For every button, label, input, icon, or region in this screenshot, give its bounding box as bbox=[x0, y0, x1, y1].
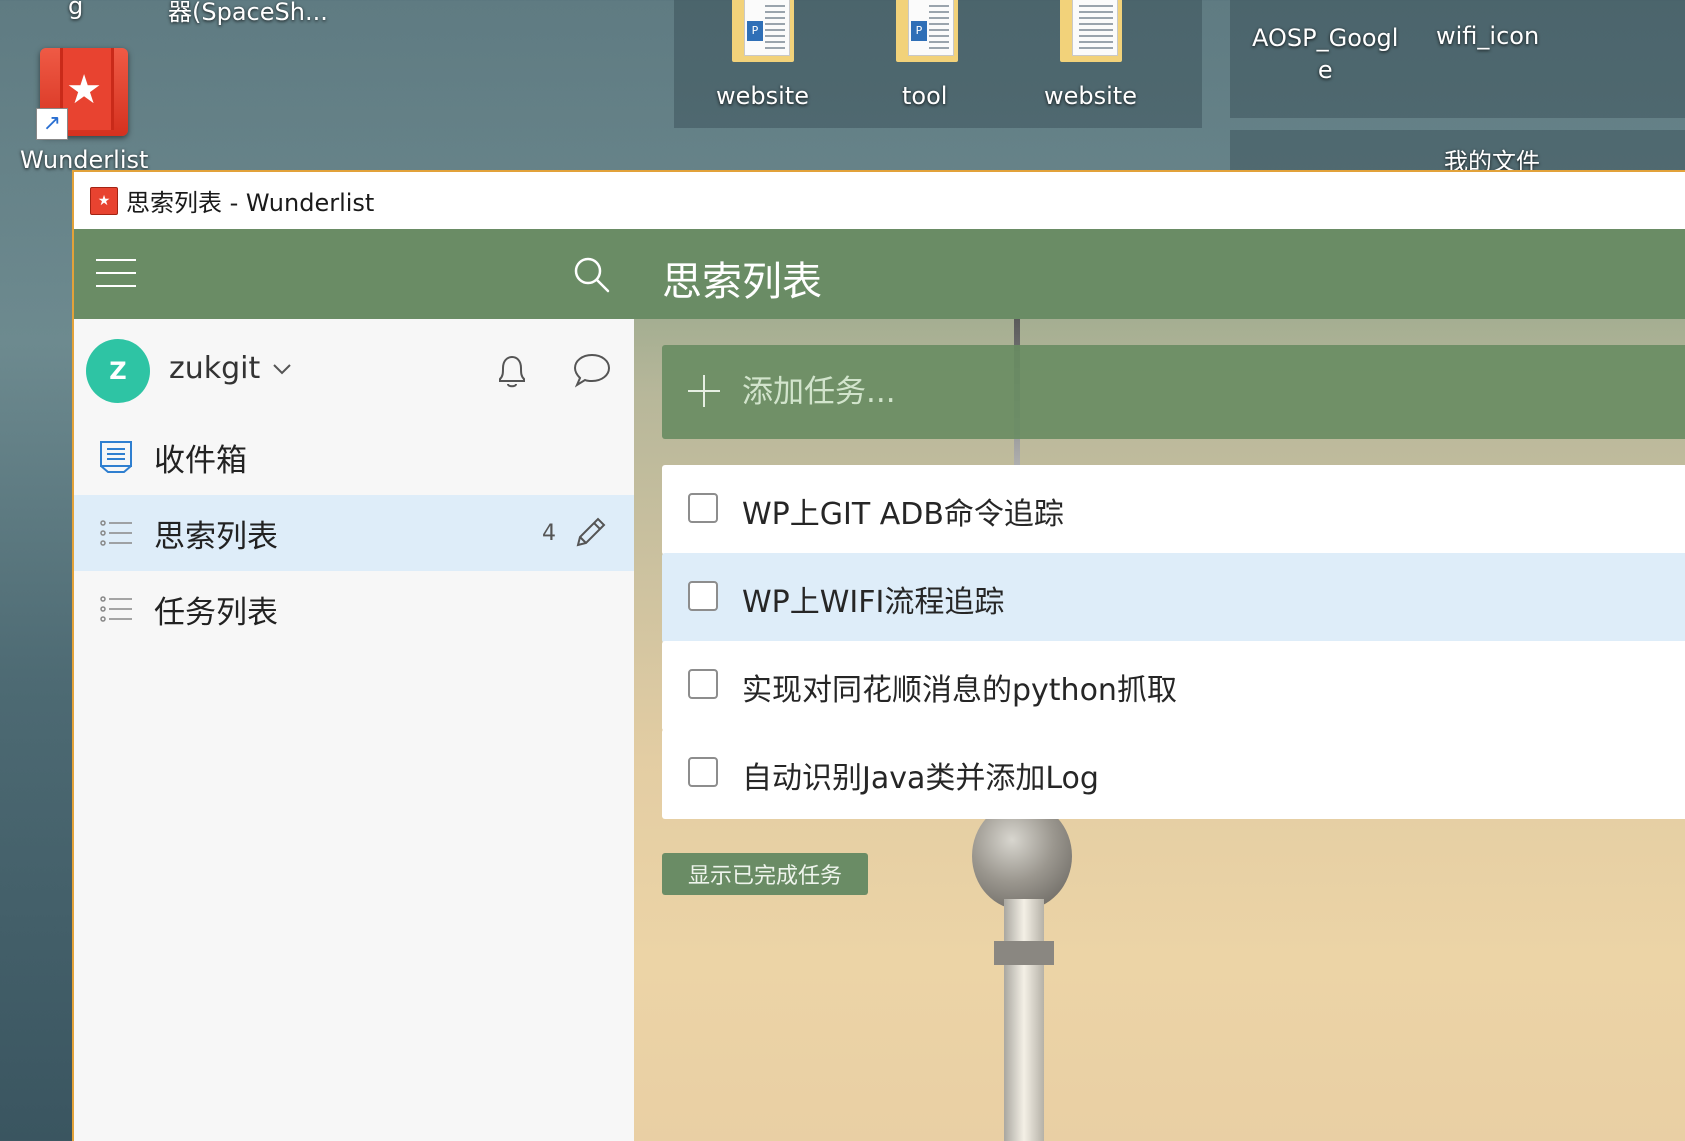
list-header: 思索列表 bbox=[634, 229, 1685, 319]
folder-icon[interactable]: P bbox=[896, 0, 958, 62]
bell-icon[interactable] bbox=[494, 351, 530, 391]
pencil-icon[interactable] bbox=[570, 513, 610, 553]
task-row[interactable]: 自动识别Java类并添加Log bbox=[662, 729, 1685, 819]
show-completed-button[interactable]: 显示已完成任务 bbox=[662, 853, 868, 895]
task-title[interactable]: 实现对同花顺消息的python抓取 bbox=[742, 665, 1177, 709]
username[interactable]: zukgit bbox=[169, 351, 260, 386]
folder-label[interactable]: wifi_icon bbox=[1436, 22, 1539, 50]
title-bar[interactable]: ★ 思索列表 - Wunderlist bbox=[74, 172, 1685, 229]
plus-icon[interactable] bbox=[684, 371, 724, 411]
sidebar-item-task-list[interactable]: 任务列表 bbox=[74, 571, 634, 647]
hamburger-icon[interactable] bbox=[96, 259, 136, 289]
sidebar-item-thinking-list[interactable]: 思索列表 4 bbox=[74, 495, 634, 571]
folder-icon[interactable]: P bbox=[732, 0, 794, 62]
background-image bbox=[994, 941, 1054, 965]
user-row: Z zukgit bbox=[74, 319, 634, 419]
list-title[interactable]: 思索列表 bbox=[662, 249, 822, 307]
add-task-bar[interactable] bbox=[662, 345, 1685, 439]
folder-label[interactable]: website bbox=[716, 82, 809, 110]
task-count-badge: 4 bbox=[542, 520, 556, 546]
folder-label[interactable]: tool bbox=[902, 82, 947, 110]
app-icon: ★ bbox=[90, 186, 118, 215]
task-checkbox[interactable] bbox=[688, 581, 718, 611]
task-row[interactable]: 实现对同花顺消息的python抓取 bbox=[662, 641, 1685, 731]
task-checkbox[interactable] bbox=[688, 493, 718, 523]
sidebar-item-label: 思索列表 bbox=[154, 518, 278, 555]
inbox-icon bbox=[100, 441, 132, 473]
sidebar-item-label: 收件箱 bbox=[154, 442, 247, 479]
desktop-icon-label-fragment: g bbox=[68, 0, 84, 20]
task-checkbox[interactable] bbox=[688, 757, 718, 787]
task-row[interactable]: WP上WIFI流程追踪 bbox=[662, 553, 1685, 643]
search-icon[interactable] bbox=[572, 255, 612, 295]
desktop-icon-label-fragment: 器(SpaceSh... bbox=[168, 0, 328, 26]
window-title: 思索列表 - Wunderlist bbox=[126, 189, 375, 217]
sidebar-item-inbox[interactable]: 收件箱 bbox=[74, 419, 634, 495]
sidebar-item-label: 任务列表 bbox=[154, 594, 278, 631]
list-icon bbox=[100, 596, 132, 622]
task-title[interactable]: WP上WIFI流程追踪 bbox=[742, 577, 1004, 621]
shortcut-arrow-icon: ↗ bbox=[36, 108, 68, 140]
task-list-pane: 思索列表 WP上GIT ADB命令追踪 WP上WIFI流程追踪 实现对同花顺消息… bbox=[634, 229, 1685, 1141]
folder-label[interactable]: AOSP_Googl e bbox=[1252, 22, 1398, 86]
wunderlist-window: ★ 思索列表 - Wunderlist Z zukgit 收件箱 思索列表 4 … bbox=[72, 170, 1685, 1141]
task-checkbox[interactable] bbox=[688, 669, 718, 699]
comment-icon[interactable] bbox=[572, 351, 612, 389]
add-task-input[interactable] bbox=[740, 365, 1644, 419]
list-icon bbox=[100, 520, 132, 546]
avatar[interactable]: Z bbox=[86, 339, 150, 403]
folder-icon[interactable] bbox=[1060, 0, 1122, 62]
sidebar-header bbox=[74, 229, 634, 319]
task-title[interactable]: WP上GIT ADB命令追踪 bbox=[742, 489, 1064, 533]
task-row[interactable]: WP上GIT ADB命令追踪 bbox=[662, 465, 1685, 555]
chevron-down-icon[interactable] bbox=[270, 357, 294, 381]
folder-label[interactable]: website bbox=[1044, 82, 1137, 110]
sidebar: Z zukgit 收件箱 思索列表 4 任务列表 bbox=[74, 229, 634, 1141]
task-title[interactable]: 自动识别Java类并添加Log bbox=[742, 753, 1099, 797]
background-image bbox=[1004, 899, 1044, 1141]
